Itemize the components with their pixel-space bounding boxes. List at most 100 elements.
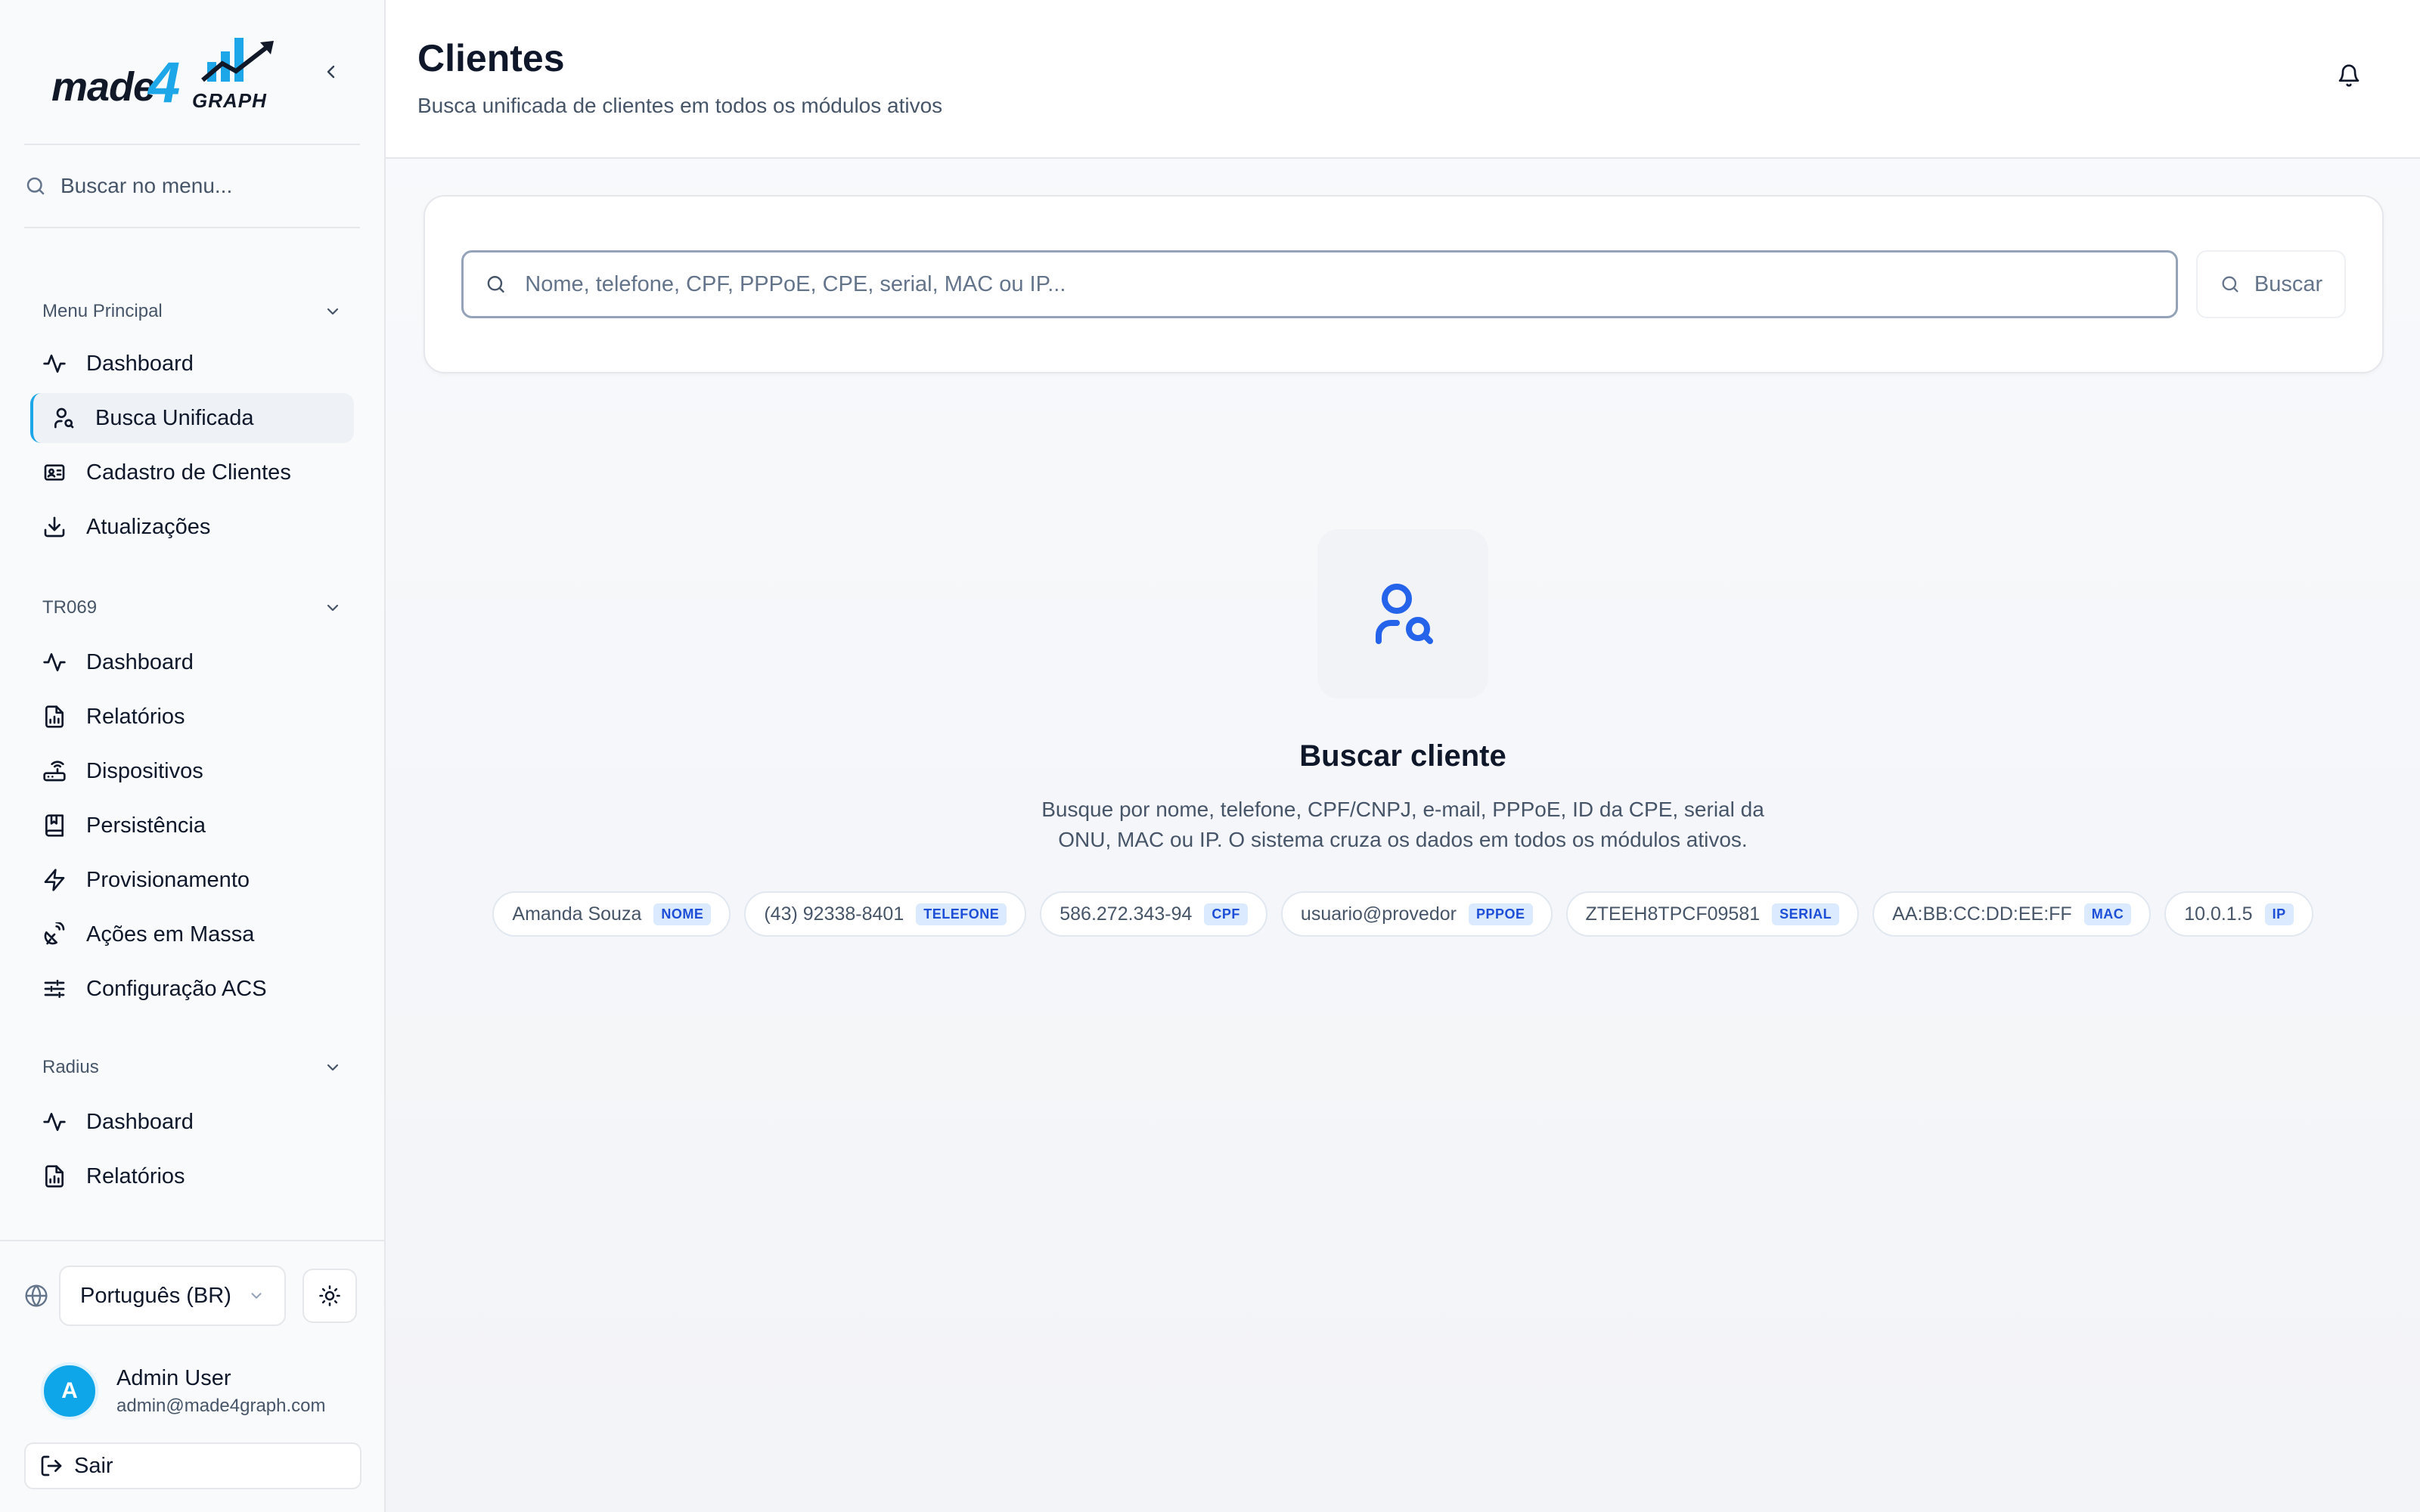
example-value: AA:BB:CC:DD:EE:FF (1892, 903, 2072, 925)
user-search-icon (54, 407, 74, 429)
search-icon (487, 276, 504, 293)
theme-toggle-button[interactable] (302, 1269, 357, 1323)
file-chart-icon (45, 705, 64, 728)
example-value: usuario@provedor (1300, 903, 1457, 925)
example-chip-telefone[interactable]: (43) 92338-8401 TELEFONE (744, 891, 1027, 937)
sidebar-item-label: Cadastro de Clientes (86, 460, 291, 485)
sidebar-item-label: Busca Unificada (95, 405, 254, 430)
sidebar-item-atualizacoes[interactable]: Atualizações (30, 502, 354, 552)
file-chart-icon (45, 1165, 64, 1188)
globe-icon (25, 1284, 48, 1307)
example-tag: NOME (653, 903, 712, 925)
collapse-sidebar-button[interactable] (316, 57, 346, 87)
example-chip-pppoe[interactable]: usuario@provedor PPPOE (1280, 891, 1553, 937)
bookmark-book-icon (45, 814, 64, 837)
sidebar-item-radius-dashboard[interactable]: Dashboard (30, 1099, 354, 1145)
main-content: Clientes Busca unificada de clientes em … (386, 0, 2420, 1512)
example-tag: PPPOE (1468, 903, 1533, 925)
chevron-down-icon (327, 604, 339, 612)
sliders-icon (44, 980, 65, 998)
user-email: admin@made4graph.com (116, 1395, 326, 1416)
sidebar-item-radius-relatorios[interactable]: Relatórios (30, 1154, 354, 1199)
example-chip-ip[interactable]: 10.0.1.5 IP (2164, 891, 2313, 937)
group-title: TR069 (42, 597, 98, 618)
sidebar-item-tr069-relatorios[interactable]: Relatórios (30, 694, 354, 739)
example-value: 586.272.343-94 (1060, 903, 1193, 925)
logo-graph-text: GRAPH (192, 89, 267, 112)
sun-icon (319, 1285, 340, 1306)
sidebar-item-dashboard[interactable]: Dashboard (30, 339, 354, 389)
page-header: Clientes Busca unificada de clientes em … (386, 0, 2420, 159)
sidebar-item-label: Configuração ACS (86, 976, 267, 1001)
page-heading: Clientes Busca unificada de clientes em … (417, 36, 942, 118)
sidebar-footer: Português (BR) A Admin User admin@made4g… (0, 1240, 384, 1512)
search-icon (26, 177, 45, 195)
group-header-tr069[interactable]: TR069 (30, 585, 354, 631)
notifications-button[interactable] (2337, 64, 2361, 88)
group-title: Menu Principal (42, 301, 163, 321)
example-chip-serial[interactable]: ZTEEH8TPCF09581 SERIAL (1565, 891, 1860, 937)
router-icon (43, 761, 66, 782)
example-chip-mac[interactable]: AA:BB:CC:DD:EE:FF MAC (1872, 891, 2152, 937)
search-card: Buscar (424, 195, 2384, 373)
logout-label: Sair (74, 1453, 113, 1478)
logo-made-text: made (51, 64, 156, 110)
language-select[interactable]: Português (BR) (59, 1266, 286, 1326)
user-name: Admin User (116, 1365, 231, 1390)
user-search-icon (1376, 584, 1433, 644)
id-card-icon (44, 464, 65, 481)
sidebar-nav: Menu Principal Dashboard Busca Unificada… (0, 228, 384, 1240)
satellite-dish-icon (44, 922, 65, 945)
example-tag: SERIAL (1772, 903, 1840, 925)
example-value: Amanda Souza (512, 903, 642, 925)
example-chip-nome[interactable]: Amanda Souza NOME (492, 891, 731, 937)
sidebar-item-cadastro-clientes[interactable]: Cadastro de Clientes (30, 448, 354, 497)
empty-state: Buscar cliente Busque por nome, telefone… (386, 529, 2420, 937)
example-tag: CPF (1204, 903, 1248, 925)
example-value: 10.0.1.5 (2184, 903, 2253, 925)
user-profile[interactable]: A Admin User admin@made4graph.com (24, 1362, 360, 1420)
logo-four-text: 4 (148, 51, 181, 115)
sidebar-item-tr069-configuracao-acs[interactable]: Configuração ACS (30, 966, 354, 1012)
example-tag: IP (2264, 903, 2294, 925)
chevron-down-icon (251, 1293, 262, 1299)
sidebar-item-label: Dispositivos (86, 758, 203, 783)
activity-icon (43, 1113, 66, 1131)
search-examples: Amanda Souza NOME (43) 92338-8401 TELEFO… (492, 891, 2313, 937)
example-chip-cpf[interactable]: 586.272.343-94 CPF (1040, 891, 1267, 937)
logo-chart-icon (201, 38, 274, 82)
client-search-input[interactable] (525, 271, 2155, 297)
sidebar-item-label: Relatórios (86, 704, 185, 729)
example-value: ZTEEH8TPCF09581 (1585, 903, 1761, 925)
brand-logo[interactable]: made 4 GRAPH (51, 30, 278, 115)
empty-state-icon-box (1317, 529, 1488, 699)
search-button[interactable]: Buscar (2196, 250, 2346, 318)
logo-row: made 4 GRAPH (24, 0, 360, 145)
sidebar-item-label: Ações em Massa (86, 922, 255, 947)
sidebar-item-tr069-acoes-em-massa[interactable]: Ações em Massa (30, 912, 354, 957)
sidebar-item-label: Dashboard (86, 649, 194, 674)
sidebar-item-tr069-dashboard[interactable]: Dashboard (30, 640, 354, 685)
group-header-menu-principal[interactable]: Menu Principal (30, 289, 354, 334)
page-title: Clientes (417, 37, 565, 79)
chevron-down-icon (327, 1064, 339, 1071)
group-header-radius[interactable]: Radius (30, 1045, 354, 1090)
avatar: A (41, 1362, 98, 1420)
language-row: Português (BR) (24, 1266, 360, 1326)
logout-button[interactable]: Sair (24, 1442, 361, 1489)
example-tag: MAC (2083, 903, 2132, 925)
menu-search-input[interactable] (60, 174, 348, 198)
example-tag: TELEFONE (916, 903, 1007, 925)
sidebar-item-label: Persistência (86, 813, 206, 838)
sidebar-item-label: Dashboard (86, 351, 194, 376)
menu-search (24, 145, 360, 228)
page-subtitle: Busca unificada de clientes em todos os … (417, 94, 943, 117)
zap-icon (44, 869, 65, 891)
sidebar-item-label: Relatórios (86, 1163, 185, 1188)
sidebar-item-tr069-persistencia[interactable]: Persistência (30, 803, 354, 848)
sidebar-item-tr069-dispositivos[interactable]: Dispositivos (30, 748, 354, 794)
sidebar-item-label: Provisionamento (86, 867, 250, 892)
activity-icon (43, 653, 66, 671)
sidebar-item-tr069-provisionamento[interactable]: Provisionamento (30, 857, 354, 903)
sidebar-item-busca-unificada[interactable]: Busca Unificada (30, 393, 354, 443)
